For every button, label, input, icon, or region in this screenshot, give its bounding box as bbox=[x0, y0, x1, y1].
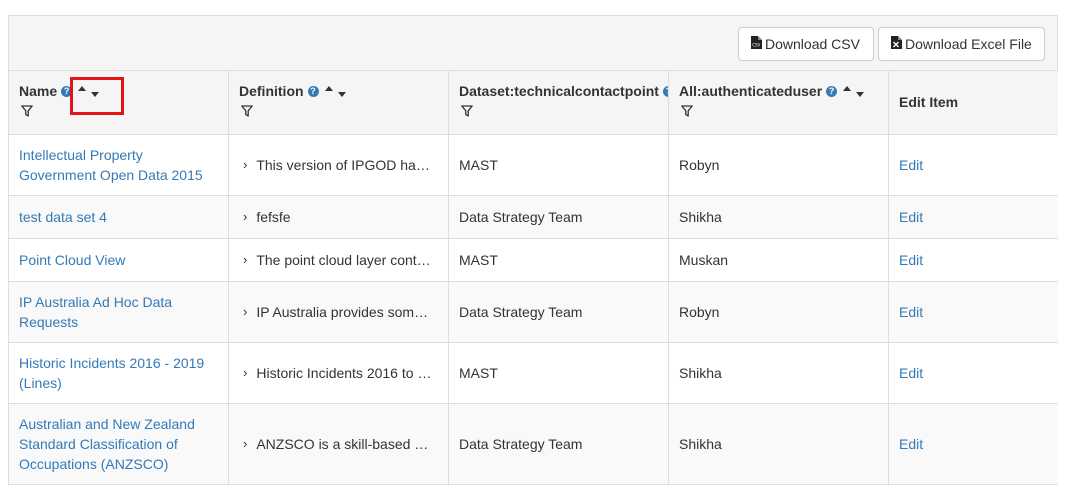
column-label-authenticated-user: All:authenticateduser bbox=[679, 83, 823, 99]
sort-ascending-icon[interactable] bbox=[324, 85, 333, 91]
data-table-panel: CSV Download CSV Download Excel File Nam… bbox=[8, 15, 1058, 494]
table-row: Australian and New Zealand Standard Clas… bbox=[8, 403, 1058, 485]
expand-chevron-icon[interactable]: › bbox=[243, 363, 247, 383]
datasets-table: Name ? Definition ? Dataset:technicalcon… bbox=[8, 70, 1058, 485]
table-row: Point Cloud View › The point cloud layer … bbox=[8, 238, 1058, 282]
dataset-name-link[interactable]: Intellectual Property Government Open Da… bbox=[19, 147, 203, 183]
expand-chevron-icon[interactable]: › bbox=[243, 155, 247, 175]
expand-chevron-icon[interactable]: › bbox=[243, 302, 247, 322]
dataset-name-link[interactable]: Point Cloud View bbox=[19, 252, 125, 268]
technical-contact-cell: Data Strategy Team bbox=[448, 281, 669, 343]
download-excel-label: Download Excel File bbox=[905, 36, 1032, 52]
definition-text: Historic Incidents 2016 to 2019 bbox=[256, 365, 433, 381]
sort-descending-icon[interactable] bbox=[337, 91, 346, 97]
sort-ascending-icon[interactable] bbox=[843, 85, 852, 91]
technical-contact-cell: MAST bbox=[448, 238, 669, 282]
filter-icon[interactable] bbox=[681, 105, 693, 117]
filter-icon[interactable] bbox=[241, 105, 253, 117]
edit-link[interactable]: Edit bbox=[899, 304, 923, 320]
table-row: Historic Incidents 2016 - 2019 (Lines) ›… bbox=[8, 342, 1058, 404]
authenticated-user-cell: Robyn bbox=[668, 281, 889, 343]
download-csv-button[interactable]: CSV Download CSV bbox=[738, 27, 874, 61]
technical-contact-cell: MAST bbox=[448, 342, 669, 404]
column-label-name: Name bbox=[19, 83, 58, 99]
definition-text: This version of IPGOD has been updated bbox=[256, 157, 432, 173]
edit-link[interactable]: Edit bbox=[899, 436, 923, 452]
file-csv-icon: CSV bbox=[751, 36, 762, 52]
column-header-definition: Definition ? bbox=[228, 70, 449, 135]
edit-link[interactable]: Edit bbox=[899, 365, 923, 381]
technical-contact-cell: MAST bbox=[448, 134, 669, 196]
edit-link[interactable]: Edit bbox=[899, 209, 923, 225]
edit-link[interactable]: Edit bbox=[899, 157, 923, 173]
column-label-definition: Definition bbox=[239, 83, 304, 99]
technical-contact-cell: Data Strategy Team bbox=[448, 195, 669, 239]
info-icon[interactable]: ? bbox=[307, 85, 319, 97]
table-toolbar: CSV Download CSV Download Excel File bbox=[8, 15, 1058, 70]
column-label-technical-contact: Dataset:technicalcontactpoint bbox=[459, 83, 659, 99]
table-header-row: Name ? Definition ? Dataset:technicalcon… bbox=[8, 70, 1058, 135]
definition-text: IP Australia provides some data bbox=[256, 304, 432, 320]
expand-chevron-icon[interactable]: › bbox=[243, 250, 247, 270]
definition-text: The point cloud layer contains bbox=[256, 252, 433, 268]
filter-icon[interactable] bbox=[21, 105, 33, 117]
sort-descending-icon[interactable] bbox=[856, 91, 865, 97]
dataset-name-link[interactable]: Historic Incidents 2016 - 2019 (Lines) bbox=[19, 355, 204, 391]
table-row: IP Australia Ad Hoc Data Requests › IP Au… bbox=[8, 281, 1058, 343]
download-excel-button[interactable]: Download Excel File bbox=[878, 27, 1045, 61]
definition-text: fefsfe bbox=[256, 209, 291, 225]
technical-contact-cell: Data Strategy Team bbox=[448, 403, 669, 485]
highlight-box bbox=[70, 77, 124, 115]
column-header-technical-contact: Dataset:technicalcontactpoint ? bbox=[448, 70, 669, 135]
expand-chevron-icon[interactable]: › bbox=[243, 434, 247, 454]
dataset-name-link[interactable]: test data set 4 bbox=[19, 209, 107, 225]
authenticated-user-cell: Robyn bbox=[668, 134, 889, 196]
authenticated-user-cell: Muskan bbox=[668, 238, 889, 282]
file-excel-icon bbox=[891, 36, 902, 52]
expand-chevron-icon[interactable]: › bbox=[243, 207, 247, 227]
authenticated-user-cell: Shikha bbox=[668, 403, 889, 485]
dataset-name-link[interactable]: Australian and New Zealand Standard Clas… bbox=[19, 416, 195, 472]
filter-icon[interactable] bbox=[461, 105, 473, 117]
column-header-authenticated-user: All:authenticateduser ? bbox=[668, 70, 889, 135]
authenticated-user-cell: Shikha bbox=[668, 195, 889, 239]
definition-text: ANZSCO is a skill-based classification bbox=[256, 436, 433, 452]
dataset-name-link[interactable]: IP Australia Ad Hoc Data Requests bbox=[19, 294, 172, 330]
authenticated-user-cell: Shikha bbox=[668, 342, 889, 404]
column-label-edit-item: Edit Item bbox=[899, 94, 959, 110]
column-header-edit-item: Edit Item bbox=[888, 70, 1058, 135]
edit-link[interactable]: Edit bbox=[899, 252, 923, 268]
download-csv-label: Download CSV bbox=[765, 36, 860, 52]
info-icon[interactable]: ? bbox=[826, 85, 838, 97]
table-row: Intellectual Property Government Open Da… bbox=[8, 134, 1058, 196]
table-row: test data set 4 › fefsfe Data Strategy Te… bbox=[8, 195, 1058, 239]
svg-text:CSV: CSV bbox=[752, 43, 760, 48]
